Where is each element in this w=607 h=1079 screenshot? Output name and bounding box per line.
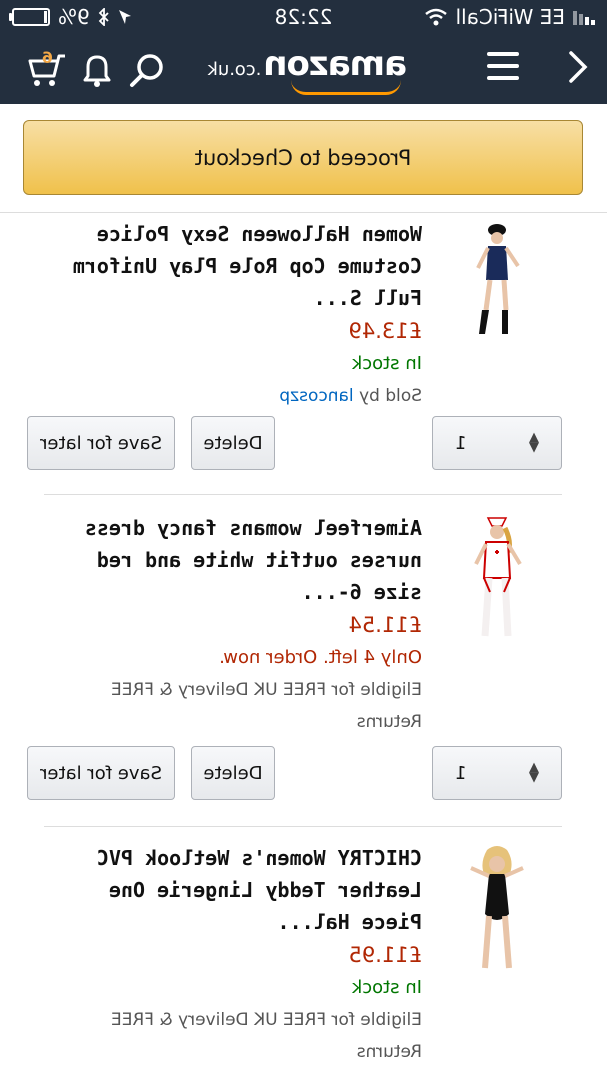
top-nav: amazon.co.uk 6 (0, 34, 607, 104)
availability-text: Only 4 left. Order now. (219, 647, 422, 668)
availability-text: In stock (351, 353, 422, 374)
cart-button[interactable]: 6 (27, 48, 67, 90)
delete-button[interactable]: Delete (191, 416, 275, 470)
product-price: £13.49 (348, 319, 422, 343)
battery-icon (12, 8, 50, 26)
delete-button[interactable]: Delete (191, 746, 275, 800)
bell-icon[interactable] (77, 50, 117, 90)
status-bar: EE WiFiCall 22:28 9% (0, 0, 607, 34)
back-chevron-icon[interactable] (567, 50, 589, 93)
delivery-info: Eligible for FREE UK Delivery & FREE Ret… (110, 1010, 422, 1062)
chevron-updown-icon: ▲ ▼ (529, 430, 539, 455)
proceed-to-checkout-button[interactable]: Proceed to Checkout (23, 120, 583, 195)
logo-tld: .co.uk (207, 59, 262, 80)
sold-by-prefix: Sold by (359, 386, 422, 406)
item-actions: ▲ ▼ 1 Delete Save for later (27, 746, 562, 802)
quantity-value: 1 (455, 762, 467, 784)
product-price: £11.95 (348, 943, 422, 967)
product-image[interactable] (432, 512, 562, 637)
quantity-select[interactable]: ▲ ▼ 1 (432, 746, 562, 800)
delivery-info: Eligible for FREE UK Delivery & FREE Ret… (110, 680, 422, 732)
quantity-select[interactable]: ▲ ▼ 1 (432, 416, 562, 470)
product-title[interactable]: CHICTRY Women's Wetlook PVC Leather Tedd… (42, 842, 422, 938)
product-title[interactable]: Women Halloween Sexy Police Costume Cop … (42, 218, 422, 314)
location-icon (118, 10, 131, 24)
battery-percent: 9% (58, 5, 90, 29)
logo-smile (291, 80, 401, 95)
divider (44, 494, 562, 495)
product-image[interactable] (432, 842, 562, 969)
availability-text: In stock (351, 977, 422, 998)
save-for-later-button[interactable]: Save for later (27, 746, 175, 800)
sold-by: Sold by lancoszp (42, 380, 422, 412)
menu-icon[interactable] (487, 52, 519, 80)
logo-word: amazon (264, 44, 407, 84)
divider (44, 826, 562, 827)
search-icon[interactable] (127, 50, 167, 90)
chevron-updown-icon: ▲ ▼ (529, 760, 539, 785)
product-image[interactable] (432, 218, 562, 338)
divider (0, 212, 607, 213)
cart-count-badge: 6 (41, 48, 53, 67)
save-for-later-button[interactable]: Save for later (27, 416, 175, 470)
item-actions: ▲ ▼ 1 Delete Save for later (27, 416, 562, 472)
seller-link[interactable]: lancoszp (279, 386, 353, 406)
product-title[interactable]: Aimerfeel womans fancy dress nurses outf… (42, 512, 422, 608)
amazon-logo[interactable]: amazon.co.uk (207, 44, 407, 95)
product-price: £11.54 (348, 613, 422, 637)
quantity-value: 1 (455, 432, 467, 454)
bluetooth-icon (98, 8, 109, 26)
